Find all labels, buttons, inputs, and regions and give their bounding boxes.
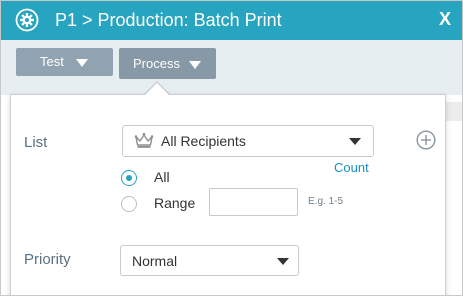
background-panel-edge bbox=[445, 102, 462, 121]
plus-circle-icon[interactable] bbox=[416, 130, 436, 150]
priority-select-value: Normal bbox=[132, 253, 178, 269]
radio-range[interactable] bbox=[121, 196, 137, 212]
chevron-down-icon bbox=[189, 61, 201, 69]
list-select[interactable]: All Recipients bbox=[122, 125, 374, 157]
title-bar: P1 > Production: Batch Print X bbox=[1, 1, 462, 40]
crown-icon bbox=[134, 132, 154, 149]
gear-icon bbox=[15, 8, 39, 32]
close-button[interactable]: X bbox=[439, 9, 451, 29]
range-input[interactable] bbox=[209, 188, 298, 216]
process-button-label: Process bbox=[133, 56, 180, 71]
priority-select[interactable]: Normal bbox=[120, 245, 299, 276]
popover-pointer-fill bbox=[144, 83, 170, 96]
range-hint: E.g. 1-5 bbox=[308, 196, 344, 207]
batch-print-dialog: P1 > Production: Batch Print X Test Proc… bbox=[0, 0, 463, 296]
chevron-down-icon bbox=[76, 59, 88, 67]
list-select-value: All Recipients bbox=[161, 133, 246, 149]
radio-all-label: All bbox=[154, 169, 170, 185]
radio-range-label: Range bbox=[154, 195, 196, 211]
test-button-label: Test bbox=[40, 54, 64, 69]
list-label: List bbox=[24, 134, 48, 151]
chevron-down-icon bbox=[277, 258, 289, 265]
dialog-title: P1 > Production: Batch Print bbox=[55, 10, 282, 30]
count-link[interactable]: Count bbox=[334, 161, 369, 175]
radio-all[interactable] bbox=[121, 170, 137, 186]
test-menu-button[interactable]: Test bbox=[16, 48, 113, 76]
process-menu-button[interactable]: Process bbox=[119, 48, 216, 79]
chevron-down-icon bbox=[349, 138, 361, 145]
priority-label: Priority bbox=[24, 251, 71, 268]
toolbar: Test Process bbox=[1, 40, 462, 95]
